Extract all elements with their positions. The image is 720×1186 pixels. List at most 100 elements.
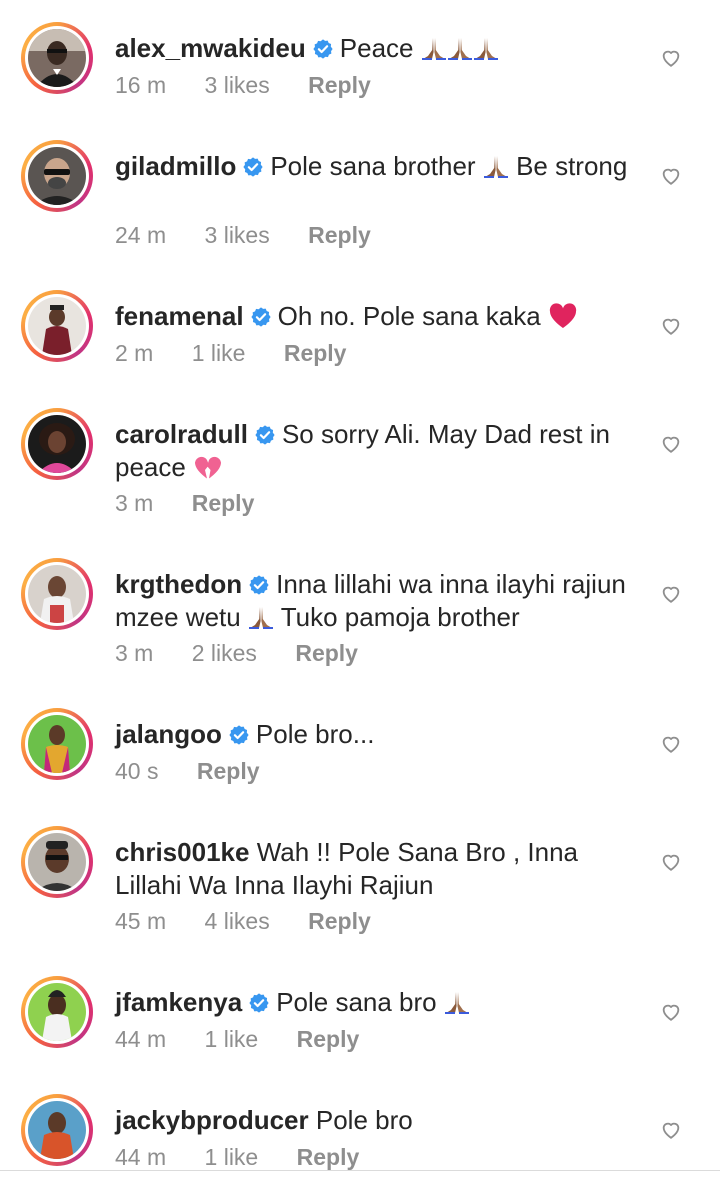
like-heart-icon[interactable] — [660, 165, 682, 187]
comment-time: 16 m — [115, 72, 167, 98]
username[interactable]: jfamkenya — [115, 987, 242, 1017]
verified-badge-icon — [248, 574, 270, 596]
comment-body: jackybproducer Pole bro — [115, 1104, 635, 1137]
comment-meta: 40 s Reply — [115, 758, 292, 785]
avatar-story-ring[interactable] — [21, 826, 93, 898]
like-heart-icon[interactable] — [660, 583, 682, 605]
avatar[interactable] — [28, 29, 86, 87]
comment-body: giladmillo Pole sana brother Be strong — [115, 150, 635, 183]
reply-button[interactable]: Reply — [284, 340, 347, 366]
comment-text: Pole sana brother — [270, 151, 476, 181]
username[interactable]: alex_mwakideu — [115, 33, 306, 63]
comment-time: 45 m — [115, 908, 167, 934]
comment-time: 44 m — [115, 1026, 167, 1052]
username[interactable]: chris001ke — [115, 837, 249, 867]
like-heart-icon[interactable] — [660, 315, 682, 337]
reply-button[interactable]: Reply — [308, 908, 371, 934]
reply-button[interactable]: Reply — [295, 640, 358, 666]
comment-meta: 16 m 3 likes Reply — [115, 72, 403, 99]
comment-body: chris001ke Wah !! Pole Sana Bro , Inna L… — [115, 836, 635, 902]
comment-time: 40 s — [115, 758, 159, 784]
avatar-story-ring[interactable] — [21, 1094, 93, 1166]
folded-hands-emoji — [483, 154, 509, 178]
avatar[interactable] — [28, 1101, 86, 1159]
like-heart-icon[interactable] — [660, 1119, 682, 1141]
username[interactable]: krgthedon — [115, 569, 242, 599]
comment-text: Oh no. Pole sana kaka — [277, 301, 541, 331]
like-heart-icon[interactable] — [660, 47, 682, 69]
reply-button[interactable]: Reply — [192, 490, 255, 516]
avatar-story-ring[interactable] — [21, 140, 93, 212]
comment-meta: 44 m 1 like Reply — [115, 1026, 391, 1053]
likes-count[interactable]: 1 like — [192, 340, 246, 366]
like-heart-icon[interactable] — [660, 433, 682, 455]
comment-body: jfamkenya Pole sana bro — [115, 986, 635, 1019]
folded-hands-emoji — [444, 990, 470, 1014]
folded-hands-emoji — [421, 36, 447, 60]
comment-meta: 44 m 1 like Reply — [115, 1144, 391, 1171]
comment-meta: 2 m 1 like Reply — [115, 340, 378, 367]
comment-body: carolradull So sorry Ali. May Dad rest in… — [115, 418, 635, 484]
comment-body: krgthedon Inna lillahi wa inna ilayhi raj… — [115, 568, 635, 634]
comment-text: Be strong — [516, 151, 628, 181]
verified-badge-icon — [248, 992, 270, 1014]
verified-badge-icon — [312, 38, 334, 60]
verified-badge-icon — [254, 424, 276, 446]
likes-count[interactable]: 1 like — [205, 1144, 259, 1170]
avatar-story-ring[interactable] — [21, 22, 93, 94]
comment-meta: 3 m Reply — [115, 490, 286, 517]
like-heart-icon[interactable] — [660, 1001, 682, 1023]
like-heart-icon[interactable] — [660, 851, 682, 873]
likes-count[interactable]: 3 likes — [205, 222, 270, 248]
folded-hands-emoji — [248, 605, 274, 629]
divider — [0, 1170, 720, 1171]
likes-count[interactable]: 1 like — [205, 1026, 259, 1052]
avatar-story-ring[interactable] — [21, 976, 93, 1048]
comment-time: 3 m — [115, 640, 154, 666]
avatar-story-ring[interactable] — [21, 708, 93, 780]
like-heart-icon[interactable] — [660, 733, 682, 755]
comment-time: 3 m — [115, 490, 154, 516]
avatar[interactable] — [28, 983, 86, 1041]
comment-meta: 24 m 3 likes Reply — [115, 222, 403, 249]
reply-button[interactable]: Reply — [308, 72, 371, 98]
avatar-story-ring[interactable] — [21, 290, 93, 362]
comment-text: Tuko pamoja brother — [280, 602, 520, 632]
comment-meta: 45 m 4 likes Reply — [115, 908, 403, 935]
comment-body: fenamenal Oh no. Pole sana kaka — [115, 300, 635, 333]
comment-text: Peace — [339, 33, 414, 63]
avatar[interactable] — [28, 415, 86, 473]
reply-button[interactable]: Reply — [308, 222, 371, 248]
avatar[interactable] — [28, 833, 86, 891]
comment-body: alex_mwakideu Peace — [115, 32, 635, 65]
broken-heart-emoji — [193, 454, 223, 480]
username[interactable]: jalangoo — [115, 719, 222, 749]
avatar[interactable] — [28, 147, 86, 205]
likes-count[interactable]: 4 likes — [205, 908, 270, 934]
comment-text: Pole bro — [315, 1105, 413, 1135]
avatar[interactable] — [28, 297, 86, 355]
reply-button[interactable]: Reply — [297, 1026, 360, 1052]
reply-button[interactable]: Reply — [197, 758, 260, 784]
avatar[interactable] — [28, 715, 86, 773]
verified-badge-icon — [250, 306, 272, 328]
username[interactable]: jackybproducer — [115, 1105, 309, 1135]
comment-time: 2 m — [115, 340, 154, 366]
reply-button[interactable]: Reply — [297, 1144, 360, 1170]
username[interactable]: carolradull — [115, 419, 248, 449]
red-heart-emoji — [548, 303, 578, 329]
avatar[interactable] — [28, 565, 86, 623]
avatar-story-ring[interactable] — [21, 408, 93, 480]
folded-hands-emoji — [447, 36, 473, 60]
comment-text: Pole sana bro — [276, 987, 437, 1017]
likes-count[interactable]: 3 likes — [205, 72, 270, 98]
comment-meta: 3 m 2 likes Reply — [115, 640, 390, 667]
comment-text: Pole bro... — [255, 719, 375, 749]
likes-count[interactable]: 2 likes — [192, 640, 257, 666]
comment-time: 24 m — [115, 222, 167, 248]
username[interactable]: fenamenal — [115, 301, 244, 331]
avatar-story-ring[interactable] — [21, 558, 93, 630]
folded-hands-emoji — [473, 36, 499, 60]
username[interactable]: giladmillo — [115, 151, 236, 181]
verified-badge-icon — [228, 724, 250, 746]
